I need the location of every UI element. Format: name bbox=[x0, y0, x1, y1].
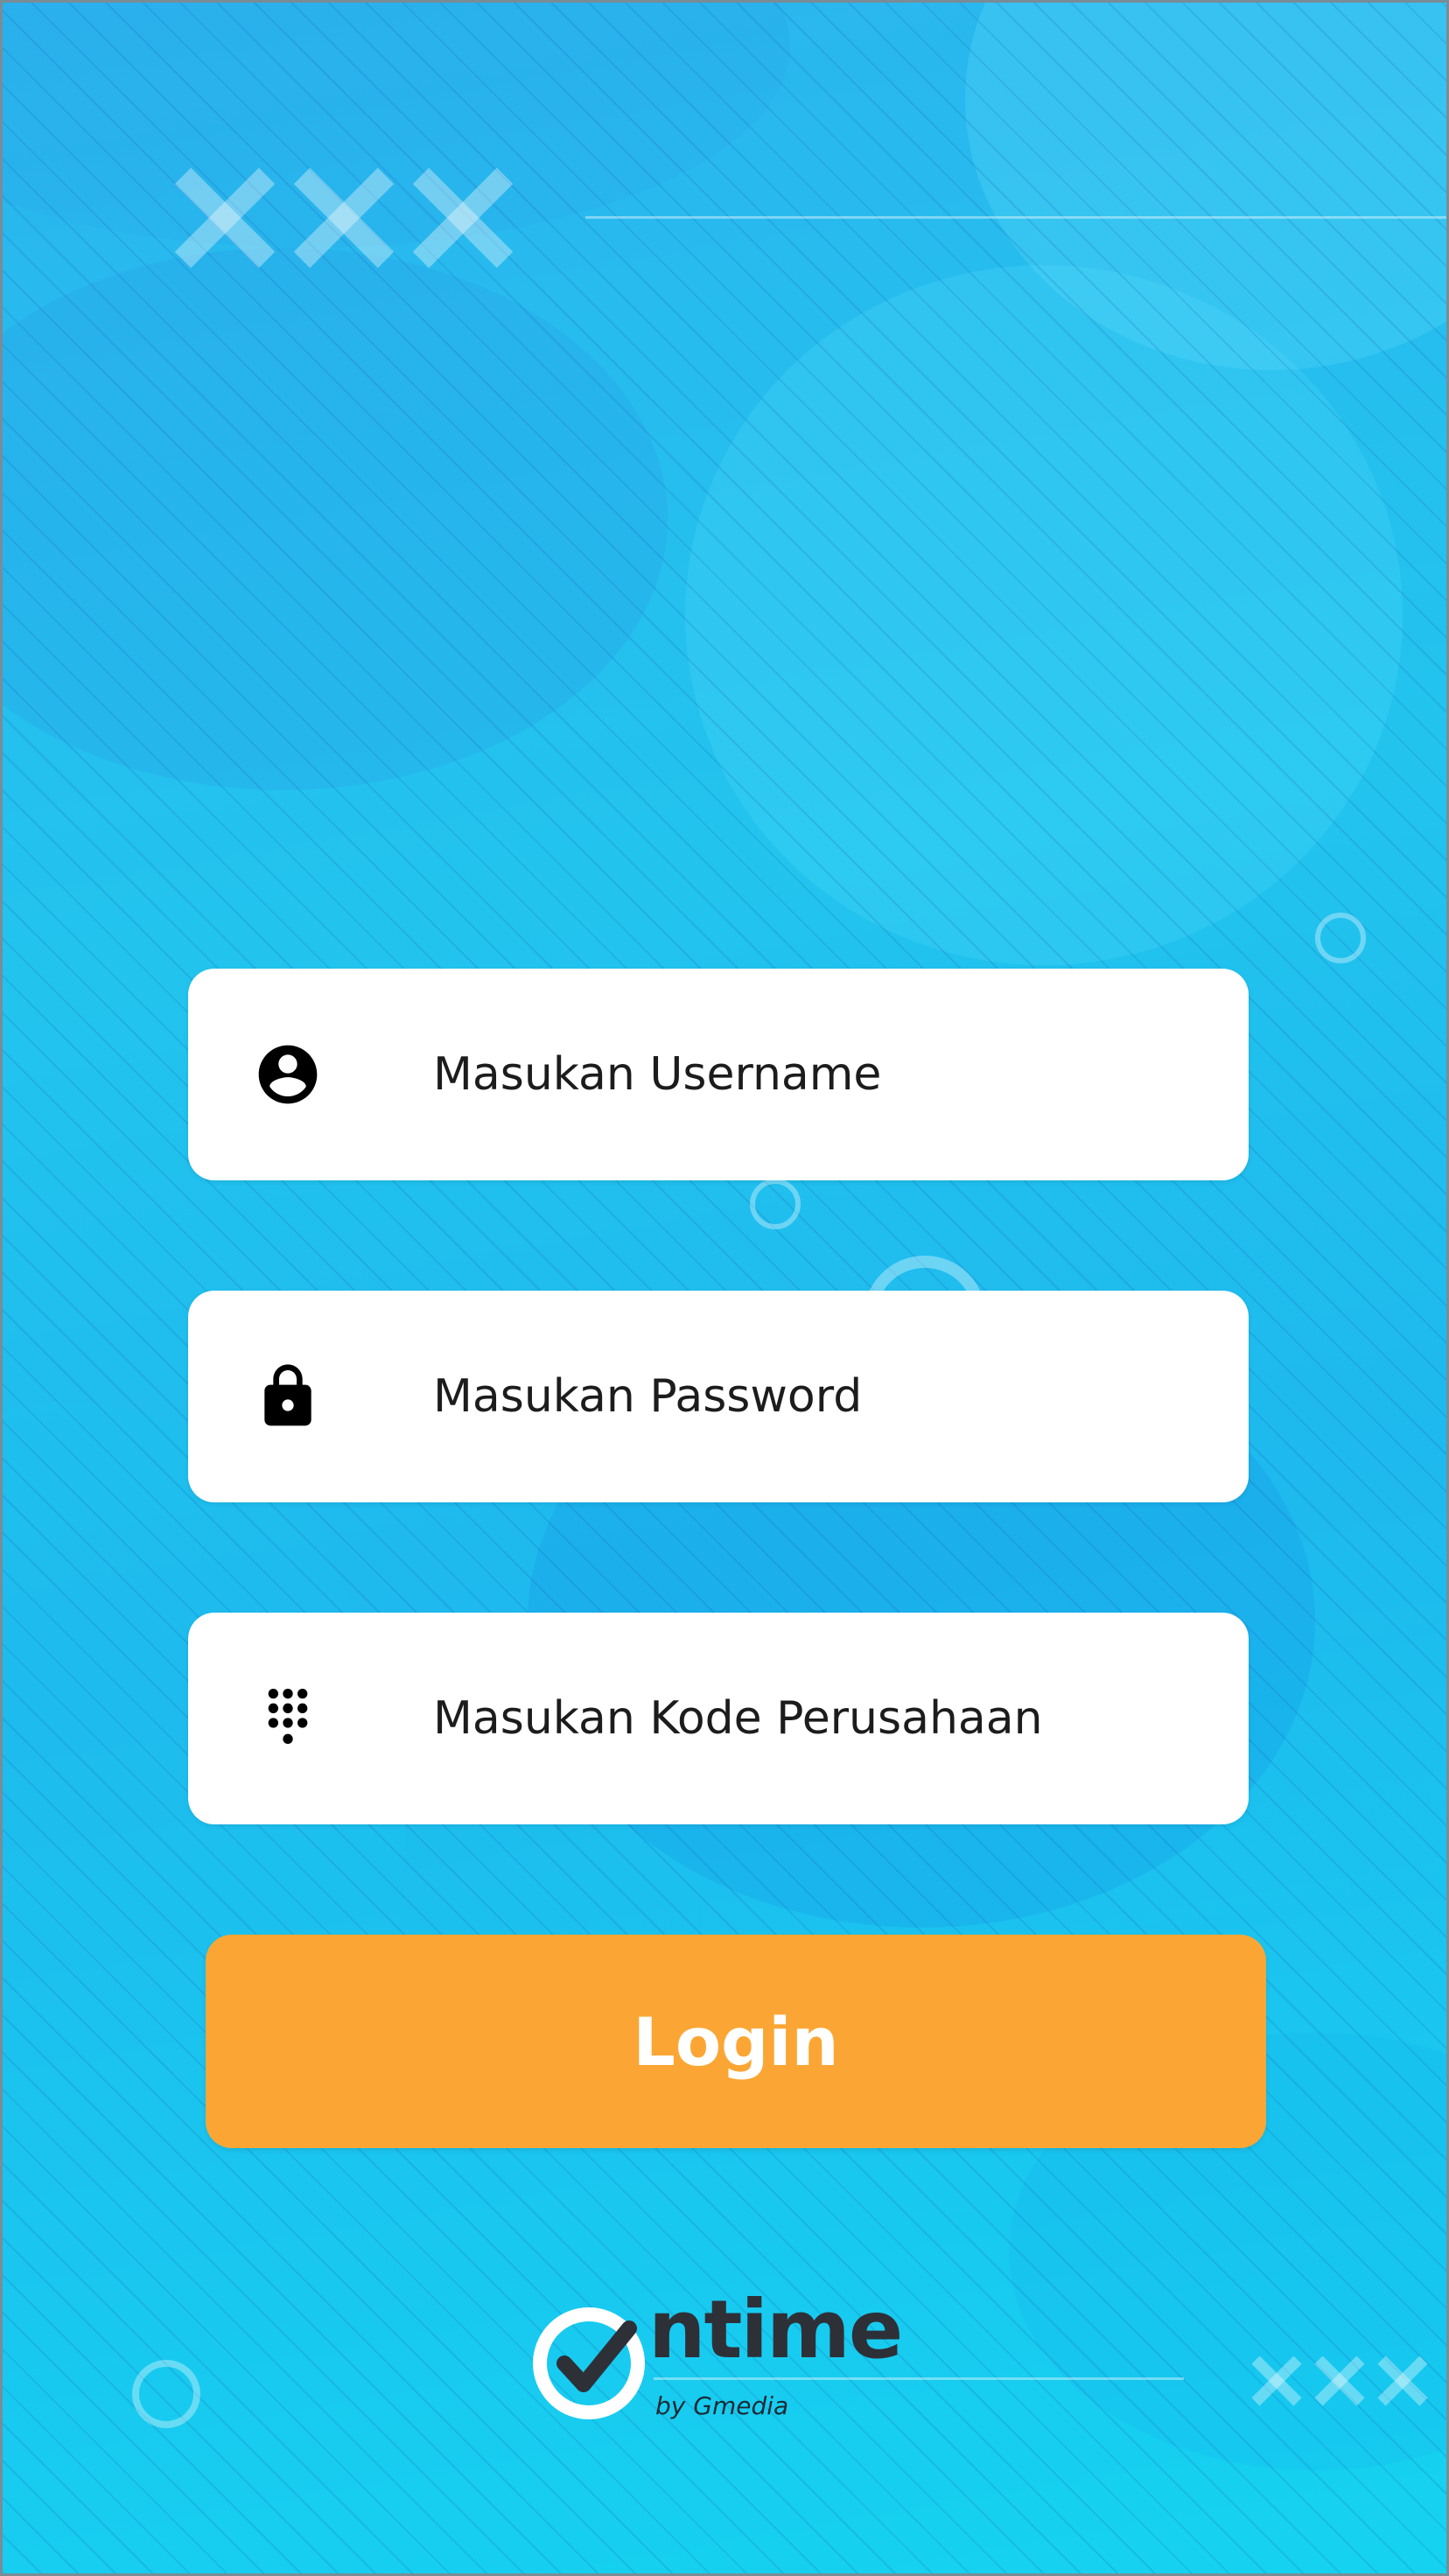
password-input[interactable] bbox=[433, 1291, 1212, 1502]
decorative-x-marks bbox=[174, 167, 514, 269]
ontime-logo: ntime by Gmedia bbox=[531, 2290, 934, 2425]
brand-byline: by Gmedia bbox=[655, 2391, 789, 2420]
username-input[interactable] bbox=[433, 969, 1212, 1180]
decorative-x-marks bbox=[1252, 2356, 1428, 2406]
decorative-line bbox=[585, 216, 1446, 219]
background-blob bbox=[685, 265, 1403, 965]
decorative-circle bbox=[750, 1179, 801, 1229]
password-field[interactable] bbox=[188, 1291, 1249, 1502]
brand-name: ntime bbox=[648, 2283, 903, 2376]
dialpad-icon bbox=[253, 1684, 323, 1754]
username-field[interactable] bbox=[188, 969, 1249, 1180]
login-screen: Login ntime by Gmedia bbox=[0, 0, 1449, 2576]
account-circle-icon bbox=[253, 1040, 323, 1110]
decorative-circle bbox=[1315, 913, 1366, 963]
background-blob bbox=[3, 248, 668, 790]
login-button[interactable]: Login bbox=[206, 1935, 1266, 2148]
decorative-circle bbox=[132, 2360, 200, 2428]
lock-icon bbox=[253, 1362, 323, 1432]
company-code-input[interactable] bbox=[433, 1613, 1212, 1824]
check-circle-logo-icon bbox=[533, 2307, 645, 2419]
company-code-field[interactable] bbox=[188, 1613, 1249, 1824]
